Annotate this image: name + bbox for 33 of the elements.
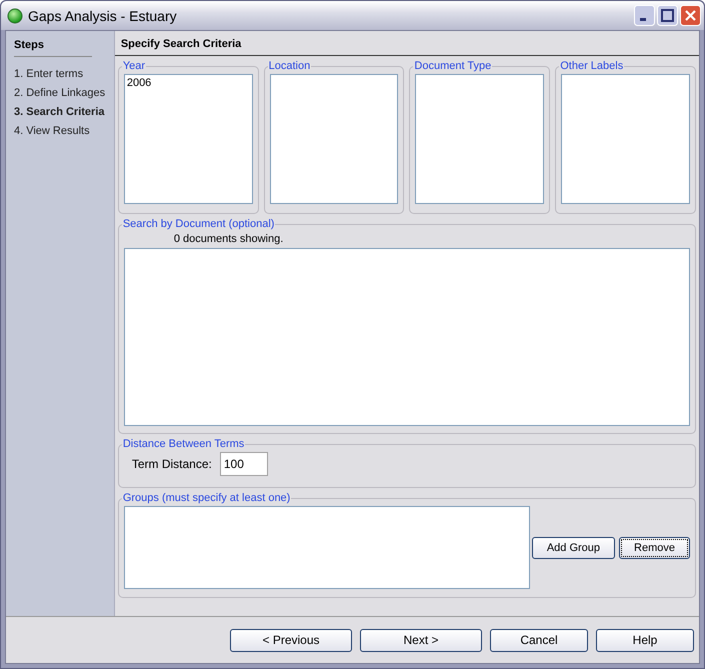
group-title: Year [122,60,146,72]
group-title: Distance Between Terms [122,438,246,450]
step-item[interactable]: 4. View Results [14,122,106,141]
term-distance-field[interactable]: 100 [220,452,268,476]
field-label: Term Distance: [132,457,212,471]
sidebar-title: Steps [14,37,92,57]
status-light-icon [7,8,23,24]
group-title: Other Labels [559,60,624,72]
filter-list[interactable] [561,74,690,204]
filter-list[interactable]: 2006 [124,74,253,204]
step-item[interactable]: 3. Search Criteria [14,103,106,122]
close-button[interactable] [680,5,701,26]
step-item[interactable]: 1. Enter terms [14,65,106,84]
group-title: Groups (must specify at least one) [122,492,292,504]
step-item[interactable]: 2. Define Linkages [14,84,106,103]
filter-list[interactable] [415,74,544,204]
group-button[interactable]: Remove [619,536,690,558]
group-title: Search by Document (optional) [122,218,276,230]
window-title: Gaps Analysis - Estuary [28,8,178,24]
groups-list[interactable] [124,506,530,589]
group-button[interactable]: Add Group [532,536,616,558]
minimize-button[interactable] [634,5,655,26]
maximize-button[interactable] [657,5,678,26]
wizard-button[interactable]: < Previous [230,628,352,652]
wizard-button[interactable]: Next > [360,628,482,652]
filter-list[interactable] [270,74,398,204]
documents-count: 0 documents showing. [172,232,284,247]
list-item[interactable]: 2006 [124,75,252,91]
wizard-button[interactable]: Cancel [490,628,588,652]
group-title: Location [268,60,312,72]
wizard-button[interactable]: Help [596,628,694,652]
group-title: Document Type [413,60,492,72]
page-heading: Specify Search Criteria [114,31,699,56]
